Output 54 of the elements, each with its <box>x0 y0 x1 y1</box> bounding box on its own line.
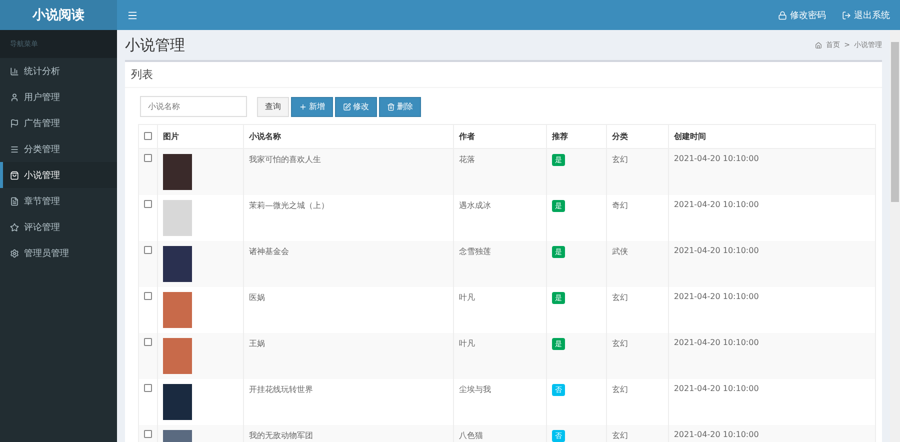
settings-icon <box>10 248 19 258</box>
row-checkbox[interactable] <box>144 246 152 254</box>
table-cell: 玄幻 <box>606 425 668 442</box>
edit-icon <box>343 102 351 110</box>
select-all-checkbox[interactable] <box>144 132 152 140</box>
sidebar-item[interactable]: 广告管理 <box>0 110 117 136</box>
cover-image <box>163 154 192 190</box>
sidebar-item[interactable]: 统计分析 <box>0 58 117 84</box>
search-field[interactable]: 小说名称 <box>140 96 247 117</box>
table-cell: 2021-04-20 10:10:00 <box>668 425 876 442</box>
document-icon <box>10 196 19 206</box>
sidebar-item[interactable]: 管理员管理 <box>0 240 117 266</box>
row-checkbox[interactable] <box>144 384 152 392</box>
sidebar-item[interactable]: 小说管理 <box>0 162 117 188</box>
cover-image <box>163 200 192 236</box>
table-cell: 我的无敌动物军团 <box>244 425 454 442</box>
scrollbar[interactable] <box>890 30 900 442</box>
cover-image <box>163 292 192 328</box>
row-checkbox[interactable] <box>144 430 152 438</box>
delete-button[interactable]: 删除 <box>379 96 421 116</box>
panel-title: 列表 <box>125 62 882 88</box>
sidebar-item[interactable]: 章节管理 <box>0 188 117 214</box>
column-header: 小说名称 <box>244 124 454 148</box>
star-icon <box>10 222 19 232</box>
edit-button[interactable]: 修改 <box>335 96 377 116</box>
flag-icon <box>10 118 19 128</box>
add-button[interactable]: 新增 <box>291 96 333 116</box>
cover-image <box>163 338 192 374</box>
list-icon <box>10 144 19 154</box>
column-header: 创建时间 <box>668 124 876 148</box>
bar-chart-icon <box>10 66 19 76</box>
home-icon <box>815 42 822 48</box>
table-cell: 八色猫 <box>454 425 546 442</box>
sidebar-item[interactable]: 分类管理 <box>0 136 117 162</box>
sidebar-item[interactable]: 评论管理 <box>0 214 117 240</box>
row-checkbox[interactable] <box>144 292 152 300</box>
row-checkbox[interactable] <box>144 338 152 346</box>
lock-icon <box>778 10 787 20</box>
bag-icon <box>10 170 19 180</box>
menu-icon[interactable] <box>127 10 138 20</box>
row-checkbox[interactable] <box>144 200 152 208</box>
header-link[interactable]: 退出系统 <box>842 8 890 22</box>
page-title: 小说管理 <box>125 36 185 54</box>
plus-icon <box>299 102 307 110</box>
logout-icon <box>842 10 851 20</box>
row-checkbox[interactable] <box>144 154 152 162</box>
sidebar-item[interactable]: 用户管理 <box>0 84 117 110</box>
header-link[interactable]: 修改密码 <box>778 8 826 22</box>
brand-logo[interactable]: 小说阅读 <box>0 0 117 30</box>
query-button[interactable]: 查询 <box>257 96 289 116</box>
cover-image <box>163 246 192 282</box>
trash-icon <box>387 102 395 110</box>
cover-image <box>163 384 192 420</box>
user-icon <box>10 92 19 102</box>
